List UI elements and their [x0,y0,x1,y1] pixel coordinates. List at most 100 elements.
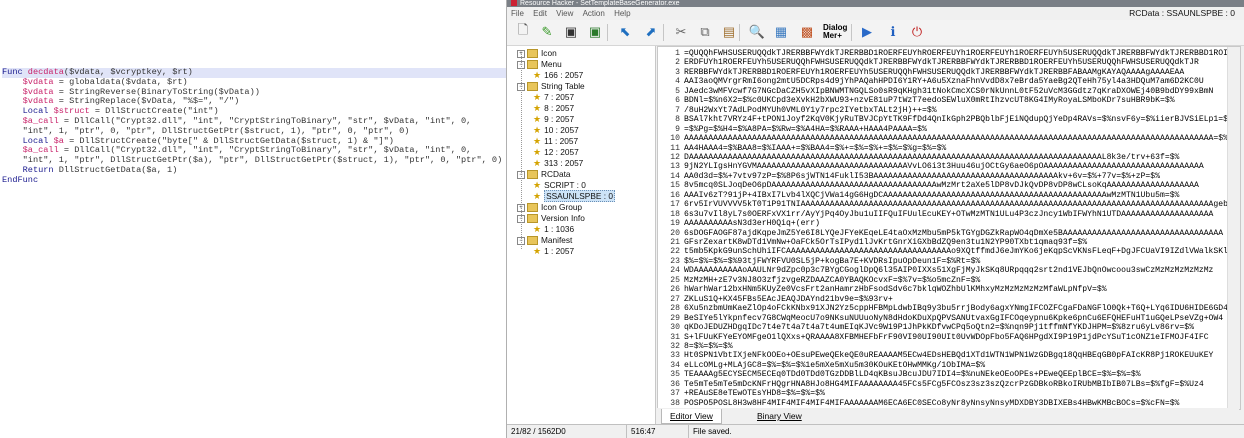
resource-star-icon: ★ [533,246,542,256]
folder-icon [527,49,538,59]
editor-line[interactable]: 38 POSPO5POSL8H3w8HF4MIF4MIF4MIF4MIFAAAAA… [658,399,1179,408]
editor-line[interactable]: 23 $%=$%=$%=$%93tjFWYRFVU0SL5jP+kogBa7E+K… [658,257,980,266]
menu-help[interactable]: Help [614,9,630,18]
toolbar-separator [739,24,740,41]
editor-line[interactable]: 4 AAI3aoQMVrgrRmI6ong2mtU5DCRps4d9jYhPAQa… [658,77,1204,86]
editor-line[interactable]: 8 BSAl7kht7VRYz4F+tPON1Joyf2KqV0KjyRuTBVJ… [658,115,1233,124]
info-icon[interactable]: ℹ [883,22,903,42]
menu-file[interactable]: File [511,9,524,18]
tree-folder[interactable]: − Version Info [517,213,585,224]
editor-line[interactable]: 13 9jN2YLIgsHnYGVMAAAAAAAAAAAAAAAAAAAAAAA… [658,162,1203,172]
add-resource-icon[interactable]: ▦ [771,22,791,42]
line-text: t5mb5KpkG9unSchUhiIFCAAAAAAAAAAAAAAAAAAA… [684,247,1241,257]
editor-line[interactable]: 26 hWarhWar12bxHNm5KUyZe0VcsFrt2anHamrzHb… [658,285,1106,294]
play-icon[interactable]: ▶ [857,22,877,42]
editor-line[interactable]: 30 qKDoJEDUZHDgqIDc7t4e7t4a7t4a7t4umEIqKJ… [658,323,1194,332]
tree-folder[interactable]: + Icon Group [517,202,582,213]
editor-line[interactable]: 34 eLLcOMLg+MLAjGC8=$%=$%=$%1e5mXe5mXu5m3… [658,361,985,370]
search-icon[interactable]: 🔍 [747,22,767,42]
tab-editor-view[interactable]: Editor View [661,409,722,424]
editor-line[interactable]: 3 RERBBFWYdkTJRERBBD1ROERFEUYh1ROERFEUYh5… [658,68,1184,77]
tree-item[interactable]: ★ 1 : 2057 [533,246,574,257]
tree-item[interactable]: ★ 9 : 2057 [533,114,574,125]
editor-line[interactable]: 25 MzMzMH+zE7v3NJ8O3zfjzvgeRZDAAZCA0YBAQK… [658,276,980,285]
tree-folder[interactable]: − Menu [517,59,562,70]
resource-star-icon: ★ [533,125,542,135]
line-text: $%=$%=$%=$%93tjFWYRFVU0SL5jP+kogBa7E+KVD… [684,256,981,266]
tree-item[interactable]: ★ 8 : 2057 [533,103,574,114]
menu-view[interactable]: View [556,9,573,18]
tree-item[interactable]: ★ 7 : 2057 [533,92,574,103]
tree-item[interactable]: ★ 11 : 2057 [533,136,578,147]
save-icon[interactable]: ▣ [561,22,581,42]
resource-grid-icon[interactable]: ▩ [797,22,817,42]
editor-line[interactable]: 18 6s3u7vIl8yL7s0OERFxVX1rr/AyYjPq4OyJbu1… [658,210,1213,219]
tree-label: String Table [541,81,585,91]
editor-line[interactable]: 16 AAAIv6zT?91jP+4IBxI7Lvb4lXQCjVWa14gG6H… [658,191,1179,200]
tree-item[interactable]: ★ SSAUNLSPBE : 0 [533,190,615,202]
editor-line[interactable]: 21 GFsrZexartK8wDTd1VmNw+OaFCk5OrTsIPyd1l… [658,238,1087,247]
editor-line[interactable]: 10 AAAAAAAAAAAAAAAAAAAAAAAAAAAAAAAAAAAAAA… [658,134,1228,143]
line-number: 31 [670,332,680,342]
tree-item[interactable]: ★ 12 : 2057 [533,147,579,158]
editor-line[interactable]: 7/8uH2WxYt7AdLPodMYUh0VML0Y1y7rpc2IYetbx… [658,106,936,115]
arrow-forward-icon[interactable]: ⬈ [641,22,661,42]
editor-line[interactable]: 11 AA4HAAA4=$%BAA8=$%IAAA+=$%BAA4=$%+=$%=… [658,144,946,153]
tree-item[interactable]: ★ 10 : 2057 [533,125,579,136]
menu-edit[interactable]: Edit [533,9,547,18]
cut-icon[interactable]: ✂ [671,22,691,42]
resource-tree[interactable]: + Icon − Menu ★ 166 : 2057− String Table ★ 7 : 2… [507,46,656,424]
power-icon[interactable]: ⏻ [907,22,927,42]
menu-action[interactable]: Action [583,9,605,18]
tree-label: 1 : 2057 [544,246,575,256]
save-as-icon[interactable]: ▣ [585,22,605,42]
editor-line[interactable]: 35 TEAAAAg5ECYSECM5ECEq0TDd0TDd0TGzDDBlLD… [658,370,1140,379]
editor-view-pane[interactable]: 1 =QUQQhFWHSUSERUQQdkTJRERBBFWYdkTJRERBBD… [657,46,1241,410]
tree-folder[interactable]: − String Table [517,81,585,92]
source-code-editor[interactable]: Func decdata($vdata, $vcryptkey, $rt) $v… [0,0,506,438]
editor-line[interactable]: 15 8v5mcq0SLJoqDeO6pDAAAAAAAAAAAAAAAAAAAA… [658,181,1199,190]
resource-star-icon: ★ [533,158,542,168]
editor-line[interactable]: 12 DAAAAAAAAAAAAAAAAAAAAAAAAAAAAAAAAAAAAA… [658,153,1179,162]
editor-line[interactable]: 17 6rv5IrVUVVVV5kT0T1P91TNIAAAAAAAAAAAAAA… [658,200,1240,209]
line-number: 30 [670,323,680,333]
tab-binary-view[interactable]: Binary View [749,409,810,423]
editor-line[interactable]: 2 ERDFUYh1ROERFEUYh5USERUQQhFWHSUSERUQQdk… [658,58,1199,67]
line-text: AA0d3d=$%+7vtv97zP=$%8P6sjWTN14FuklI53BA… [684,171,1160,181]
paste-icon[interactable]: ▤ [719,22,739,42]
editor-line[interactable]: 5 JAedc3wMFVcwf7G7NGcDaCZH5vXIpBNWMTNGQLS… [658,87,1213,96]
editor-line[interactable]: 37 +REAuSE8eTEwOTEsYHD8=$%=$%=$% [658,389,825,398]
tree-folder[interactable]: − RCData [517,169,571,180]
open-icon-glyph: ✎ [541,24,553,39]
tree-label: Version Info [541,213,585,223]
vertical-scrollbar[interactable] [1227,47,1240,409]
line-number: 12 [670,152,680,162]
editor-line[interactable]: 14 AA0d3d=$%+7vtv97zP=$%8P6sjWTN14FuklI53… [658,172,1160,181]
editor-line[interactable]: 9 =$%Pg=$%H4=$%A8PA=$%Rw=$%A4HA=$%RAAA+HA… [658,125,927,134]
copy-icon[interactable]: ⧉ [695,22,715,42]
tree-item[interactable]: ★ 166 : 2057 [533,70,583,81]
tree-item[interactable]: ★ 313 : 2057 [533,158,583,169]
new-icon[interactable]: 🗋 [513,22,533,42]
editor-line[interactable]: 36 Te5mTe5mTe5mDcKNFrHQgrHNA8HJo8HG4MIFAA… [658,380,1203,389]
editor-line[interactable]: 32 8=$%=$%=$% [658,342,732,351]
editor-line[interactable]: 27 ZKLuS1Q+KX45FBs5EAcJEAQJDAYnd21bv9e=$%… [658,295,893,304]
line-text: S+lFUuKFYeEYOMFgeO1lQXxs+QRAAAA8XFBMHEFb… [684,332,1209,342]
tree-item[interactable]: ★ 1 : 1036 [533,224,574,235]
line-number: 13 [670,162,680,172]
editor-line[interactable]: 24 WDAAAAAAAAAAoAAULNr9dZpc0p3c7BYgCGoglD… [658,266,1213,275]
editor-line[interactable]: 28 6Xu5nzbmUmKaeZlOp4oFCkKNbx91XJN2Yz5cpp… [658,304,1237,313]
open-icon[interactable]: ✎ [537,22,557,42]
editor-line[interactable]: 19 AAAAAAAAAAsN3d3erH0Qiq+(err) [658,219,820,228]
arrow-back-icon[interactable]: ⬉ [615,22,635,42]
tree-folder[interactable]: − Manifest [517,235,572,246]
editor-line[interactable]: 22 t5mb5KpkG9unSchUhiIFCAAAAAAAAAAAAAAAAA… [658,247,1241,257]
editor-line[interactable]: 29 BeSIYe5lYkpnfecv7G8CWqMeocU7o9NKsuNUUu… [658,314,1223,323]
editor-line[interactable]: 33 Ht0SPN1VbtIXjeNFkOOEo+OEsuPEweQEkeQE0u… [658,351,1213,360]
tree-folder[interactable]: + Icon [517,48,557,59]
editor-line[interactable]: 20 6sDOGFAOGF87ajdKqpeJmZ5Ye6I8LYQeJFYeKE… [658,229,1223,238]
dialog-merger-icon[interactable]: Dialog Mer+ [823,22,853,42]
editor-line[interactable]: 31 S+lFUuKFYeEYOMFgeO1lQXxs+QRAAAA8XFBMHE… [658,332,1209,342]
editor-line[interactable]: 1 =QUQQhFWHSUSERUQQdkTJRERBBFWYdkTJRERBBD… [658,49,1228,58]
editor-line[interactable]: 6 BDNl=$%n6X2=$%c0UKCpd3eXvkH2bXWU93+nzvE… [658,96,1174,105]
